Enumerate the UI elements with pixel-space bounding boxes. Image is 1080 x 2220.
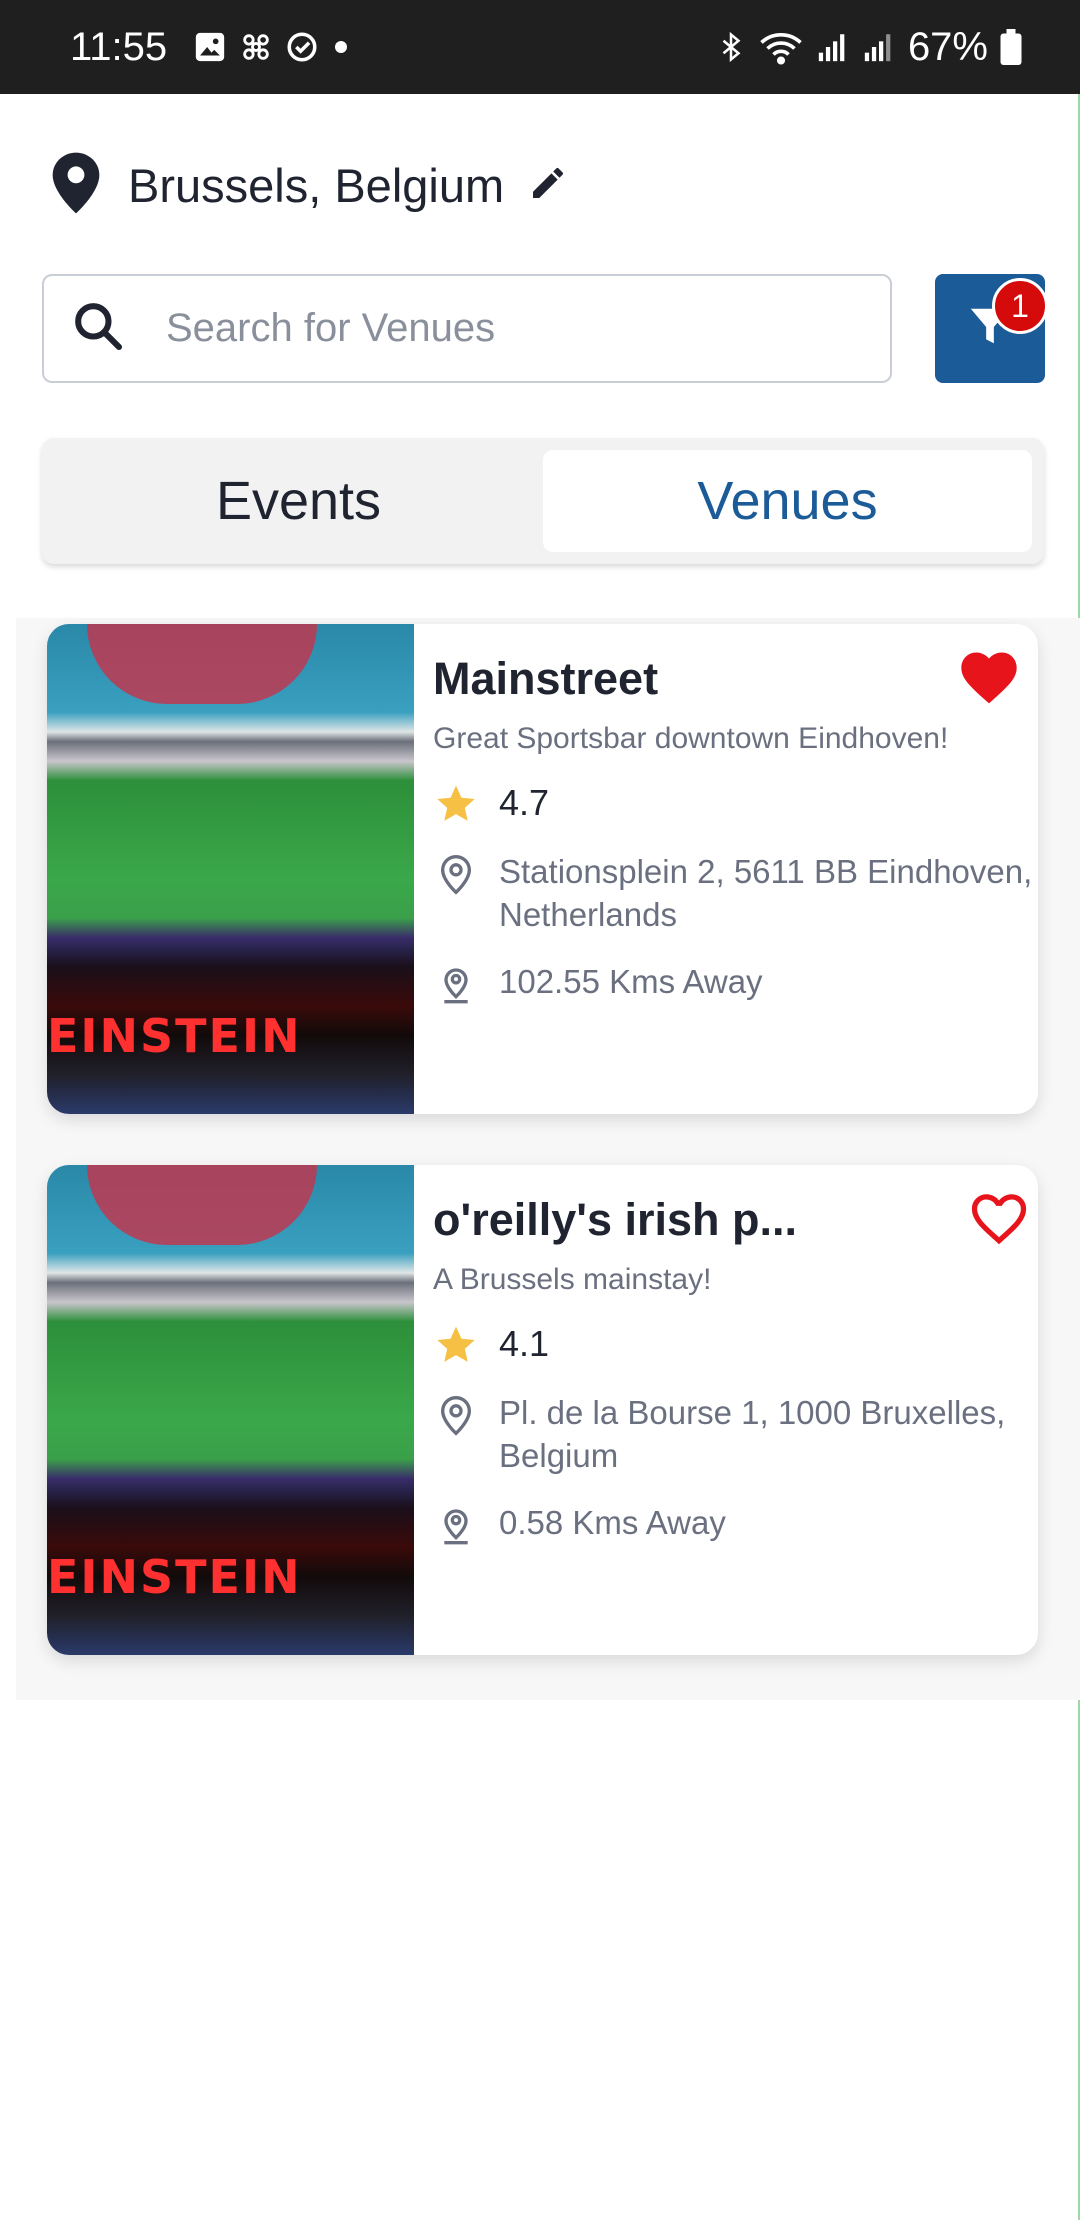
venue-name: Mainstreet: [433, 653, 659, 704]
venue-rating: 4.1: [499, 1323, 550, 1364]
filter-count-badge: 1: [992, 278, 1048, 334]
battery-percent: 67%: [907, 24, 988, 69]
image-sign-text: EINSTEIN: [47, 1550, 302, 1604]
star-icon: [433, 780, 479, 826]
venue-image: EINSTEIN: [47, 624, 414, 1114]
venue-distance: 0.58 Kms Away: [499, 1504, 726, 1541]
venue-card-body: Mainstreet Great Sportsbar downtown Eind…: [414, 624, 1038, 1114]
rating-row: 4.1: [433, 1321, 1038, 1367]
venue-card-body: o'reilly's irish p... A Brussels mainsta…: [414, 1165, 1038, 1655]
venue-name: o'reilly's irish p...: [433, 1194, 798, 1245]
venue-card[interactable]: EINSTEIN Mainstreet Great Sportsbar down…: [47, 624, 1038, 1114]
tab-switcher: Events Venues: [42, 438, 1044, 564]
pencil-icon[interactable]: [528, 163, 568, 208]
wifi-icon: [758, 29, 804, 65]
venue-distance: 102.55 Kms Away: [499, 963, 763, 1000]
address-row: Stationsplein 2, 5611 BB Eindhoven, Neth…: [433, 850, 1038, 936]
venue-address: Pl. de la Bourse 1, 1000 Bruxelles, Belg…: [499, 1394, 1006, 1474]
distance-row: 0.58 Kms Away: [433, 1501, 1038, 1549]
address-row: Pl. de la Bourse 1, 1000 Bruxelles, Belg…: [433, 1391, 1038, 1477]
distance-pin-icon: [433, 1501, 479, 1549]
bluetooth-icon: [716, 29, 746, 65]
heart-filled-icon: [957, 648, 1021, 711]
venue-description: A Brussels mainstay!: [433, 1263, 712, 1296]
search-box[interactable]: [42, 274, 892, 383]
favorite-button[interactable]: [967, 1191, 1031, 1249]
battery-icon: [1000, 29, 1022, 65]
status-left: 11:55: [70, 25, 351, 70]
venue-card[interactable]: EINSTEIN o'reilly's irish p... A Brussel…: [47, 1165, 1038, 1655]
location-outline-icon: [433, 850, 479, 896]
venue-address: Stationsplein 2, 5611 BB Eindhoven, Neth…: [499, 853, 1033, 933]
search-icon: [70, 298, 126, 359]
status-right: 67%: [716, 25, 1022, 70]
image-sign-text: EINSTEIN: [47, 1009, 302, 1063]
location-row[interactable]: Brussels, Belgium: [48, 150, 568, 220]
tab-venues[interactable]: Venues: [543, 450, 1032, 552]
dot-icon: [331, 37, 351, 57]
distance-pin-icon: [433, 960, 479, 1008]
image-icon: [193, 30, 227, 64]
favorite-button[interactable]: [957, 650, 1021, 708]
search-input[interactable]: [166, 306, 846, 351]
signal-icon-2: [862, 30, 896, 64]
location-label: Brussels, Belgium: [128, 158, 505, 212]
distance-row: 102.55 Kms Away: [433, 960, 1038, 1008]
fan-icon: [239, 30, 273, 64]
venue-image: EINSTEIN: [47, 1165, 414, 1655]
check-circle-icon: [285, 30, 319, 64]
status-time: 11:55: [70, 24, 168, 69]
map-pin-icon: [48, 150, 104, 221]
status-bar: 11:55 67%: [0, 0, 1080, 94]
signal-icon: [816, 30, 850, 64]
rating-row: 4.7: [433, 780, 1038, 826]
location-outline-icon: [433, 1391, 479, 1437]
tab-events[interactable]: Events: [54, 450, 543, 552]
venue-rating: 4.7: [499, 782, 550, 823]
image-mural: [87, 624, 317, 704]
image-mural: [87, 1165, 317, 1245]
star-icon: [433, 1321, 479, 1367]
heart-outline-icon: [967, 1189, 1031, 1252]
venue-description: Great Sportsbar downtown Eindhoven!: [433, 722, 949, 755]
